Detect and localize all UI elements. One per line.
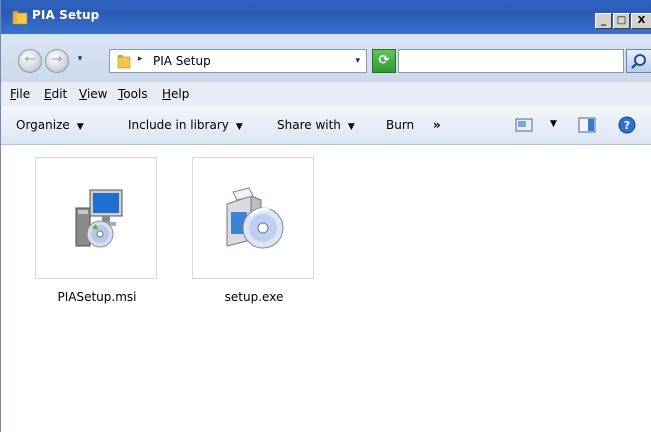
file-list[interactable]: PIASetup.msi setup.exe bbox=[1, 145, 651, 432]
back-arrow-icon: ← bbox=[24, 52, 36, 67]
title-bar[interactable]: PIA Setup _ □ X bbox=[1, 0, 651, 35]
file-name[interactable]: PIASetup.msi bbox=[35, 290, 159, 304]
share-with-button[interactable]: Share with ▼ bbox=[277, 118, 355, 132]
breadcrumb-separator-icon[interactable]: ▸ bbox=[138, 54, 143, 64]
refresh-button[interactable]: ⟳ bbox=[372, 49, 396, 73]
file-thumbnail[interactable] bbox=[35, 157, 157, 279]
folder-icon bbox=[12, 11, 28, 25]
address-row: ← → ▾ ▸ PIA Setup ▾ ⟳ bbox=[1, 34, 651, 82]
setup-exe-icon bbox=[226, 187, 284, 249]
menu-view[interactable]: View bbox=[79, 87, 107, 101]
change-view-icon[interactable] bbox=[515, 118, 533, 132]
burn-button[interactable]: Burn bbox=[386, 118, 414, 132]
address-bar[interactable]: ▸ PIA Setup ▾ bbox=[109, 49, 367, 73]
menu-help[interactable]: Help bbox=[162, 87, 189, 101]
menu-tools[interactable]: Tools bbox=[118, 87, 148, 101]
search-button[interactable] bbox=[626, 49, 651, 73]
search-icon bbox=[631, 54, 646, 69]
close-button[interactable]: X bbox=[631, 13, 651, 29]
forward-arrow-icon: → bbox=[51, 52, 63, 67]
file-name[interactable]: setup.exe bbox=[192, 290, 316, 304]
view-options-dropdown-icon[interactable]: ▼ bbox=[550, 119, 557, 129]
folder-icon bbox=[117, 55, 131, 69]
svg-text:?: ? bbox=[624, 119, 630, 132]
menu-bar: File Edit View Tools Help bbox=[1, 82, 651, 106]
forward-button[interactable]: → bbox=[45, 49, 69, 73]
msi-installer-icon bbox=[75, 189, 123, 248]
search-input[interactable] bbox=[398, 49, 624, 73]
chevron-down-icon: ▼ bbox=[347, 122, 355, 132]
chevron-down-icon: ▼ bbox=[235, 122, 243, 132]
chevron-down-icon: ▼ bbox=[76, 122, 84, 132]
back-button[interactable]: ← bbox=[18, 49, 42, 73]
explorer-window: PIA Setup _ □ X ← → ▾ ▸ PIA Setup ▾ ⟳ Fi… bbox=[0, 0, 651, 432]
window-title: PIA Setup bbox=[32, 8, 100, 22]
recent-pages-button[interactable]: ▾ bbox=[73, 54, 87, 68]
address-dropdown-icon[interactable]: ▾ bbox=[355, 56, 360, 66]
minimize-button[interactable]: _ bbox=[595, 13, 612, 29]
file-thumbnail[interactable] bbox=[192, 157, 314, 279]
help-icon[interactable]: ? bbox=[618, 116, 636, 134]
more-commands-button[interactable]: » bbox=[433, 118, 441, 132]
include-in-library-button[interactable]: Include in library ▼ bbox=[128, 118, 243, 132]
preview-pane-icon[interactable] bbox=[578, 117, 596, 133]
command-bar: Organize ▼ Include in library ▼ Share with… bbox=[1, 106, 651, 145]
organize-button[interactable]: Organize ▼ bbox=[16, 118, 84, 132]
menu-edit[interactable]: Edit bbox=[44, 87, 67, 101]
refresh-icon: ⟳ bbox=[378, 53, 390, 68]
breadcrumb-current[interactable]: PIA Setup bbox=[153, 54, 211, 68]
menu-file[interactable]: File bbox=[10, 87, 30, 101]
maximize-button[interactable]: □ bbox=[613, 13, 630, 29]
chevron-down-icon: ▾ bbox=[77, 54, 83, 64]
